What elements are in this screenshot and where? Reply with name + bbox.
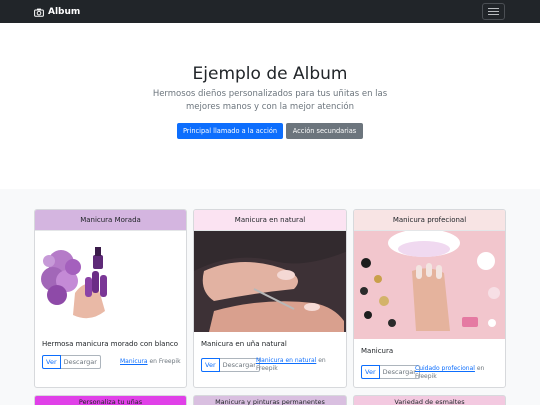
- card-esmaltes-peek: Variedad de esmaltes: [353, 395, 506, 405]
- card-button-group: Ver Descargar: [42, 355, 101, 369]
- card-text: Manicura en uña natural: [201, 340, 287, 348]
- card-button-group: Ver Descargar: [201, 358, 260, 372]
- image-credit: Manicura en Freepik: [120, 358, 181, 365]
- brand-label: Album: [48, 7, 81, 17]
- credit-link[interactable]: Cuidado profecional: [415, 365, 475, 372]
- download-button[interactable]: Descargar: [219, 358, 260, 372]
- card-manicura-morada: Manicura Morada Hermosa manicura morado …: [34, 209, 187, 388]
- view-button[interactable]: Ver: [201, 358, 220, 372]
- hero-lead: Hermosos dieños personalizados para tus …: [152, 89, 388, 112]
- card-manicura-natural: Manicura en natural Manicura en uña natu…: [193, 209, 347, 388]
- hero-buttons: Principal llamado a la acción Acción sec…: [0, 123, 540, 139]
- image-credit: Cuidado profecional en Freepik: [415, 365, 485, 380]
- download-button[interactable]: Descargar: [379, 365, 420, 379]
- card-header: Manicura en natural: [194, 210, 346, 231]
- card-image: [194, 231, 346, 332]
- navbar: Album: [0, 0, 540, 23]
- card-header: Manicura Morada: [35, 210, 186, 231]
- hamburger-icon: [488, 7, 499, 9]
- card-text: Hermosa manicura morado con blanco: [42, 340, 179, 348]
- camera-icon: [34, 8, 44, 17]
- hero-section: Ejemplo de Album Hermosos dieños persona…: [0, 23, 540, 189]
- album-section: Manicura Morada Hermosa manicura morado …: [0, 189, 540, 405]
- navbar-toggler[interactable]: [482, 3, 505, 20]
- card-button-group: Ver Descargar: [361, 365, 420, 379]
- hero-title: Ejemplo de Album: [192, 64, 348, 84]
- image-credit: Manicura en natural en Freepik: [256, 357, 326, 372]
- download-button[interactable]: Descargar: [60, 355, 101, 369]
- credit-link[interactable]: Manicura en natural: [256, 357, 316, 364]
- card-text: Manicura: [361, 347, 394, 355]
- card-personaliza-peek: Personaliza tu uñas: [34, 395, 187, 405]
- view-button[interactable]: Ver: [361, 365, 380, 379]
- card-image: [35, 231, 186, 330]
- card-manicura-profesional: Manicura profecional Manicura Ver Descar…: [353, 209, 506, 388]
- credit-link[interactable]: Manicura: [120, 358, 148, 365]
- card-header: Manicura profecional: [354, 210, 505, 231]
- secondary-cta-button[interactable]: Acción secundarias: [286, 123, 363, 139]
- card-pinturas-peek: Manicura y pinturas permanentes: [193, 395, 347, 405]
- primary-cta-button[interactable]: Principal llamado a la acción: [177, 123, 283, 139]
- card-image: [354, 231, 505, 339]
- brand-link[interactable]: Album: [34, 4, 80, 20]
- view-button[interactable]: Ver: [42, 355, 61, 369]
